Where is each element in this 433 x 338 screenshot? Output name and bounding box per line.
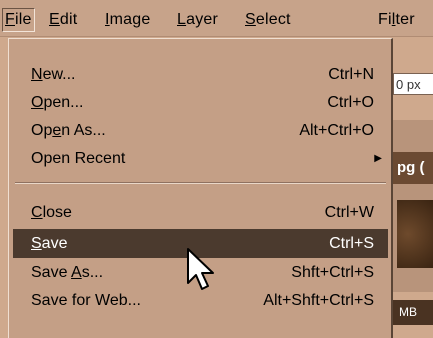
submenu-arrow-icon: ▶ bbox=[374, 153, 382, 164]
menu-item-label: Close bbox=[31, 204, 72, 221]
menu-item-open-recent[interactable]: Open Recent ▶ bbox=[13, 144, 388, 173]
menu-item-shortcut: Alt+Shft+Ctrl+S bbox=[263, 292, 374, 309]
menu-item-label: Open... bbox=[31, 94, 84, 111]
menu-item-shortcut: Ctrl+O bbox=[327, 94, 374, 111]
menu-edit[interactable]: Edit bbox=[47, 9, 79, 31]
menu-item-label: Open Recent bbox=[31, 150, 126, 167]
menu-separator bbox=[15, 182, 386, 184]
background-image-preview bbox=[397, 200, 433, 268]
background-status-bar: MB bbox=[393, 300, 433, 325]
menu-item-close[interactable]: Close Ctrl+W bbox=[13, 198, 388, 227]
menu-item-label: Save bbox=[31, 235, 68, 252]
menu-item-label: Save for Web... bbox=[31, 292, 141, 309]
menu-file[interactable]: File bbox=[2, 8, 35, 32]
arrow-pointer-icon bbox=[187, 248, 214, 290]
menu-item-new[interactable]: New... Ctrl+N bbox=[13, 60, 388, 89]
menu-item-label: Save As... bbox=[31, 264, 104, 281]
background-size-field[interactable]: 0 px bbox=[393, 73, 433, 95]
menu-item-open-as[interactable]: Open As... Alt+Ctrl+O bbox=[13, 116, 388, 145]
menu-item-shortcut: Ctrl+N bbox=[328, 66, 374, 83]
menu-item-shortcut: Alt+Ctrl+O bbox=[299, 122, 374, 139]
menu-select[interactable]: Select bbox=[243, 9, 293, 31]
menu-image[interactable]: Image bbox=[103, 9, 152, 31]
menu-item-label: Open As... bbox=[31, 122, 106, 139]
menu-item-label: New... bbox=[31, 66, 76, 83]
menu-item-shortcut: Ctrl+W bbox=[324, 204, 374, 221]
menu-item-shortcut: Shft+Ctrl+S bbox=[291, 264, 374, 281]
background-document-tab[interactable]: pg ( bbox=[393, 152, 433, 184]
menu-bar: File Edit Image Layer Select Filter bbox=[0, 0, 433, 37]
menu-layer[interactable]: Layer bbox=[175, 9, 220, 31]
menu-item-shortcut: Ctrl+S bbox=[329, 235, 374, 252]
menu-filter[interactable]: Filter bbox=[376, 9, 417, 31]
menu-item-open[interactable]: Open... Ctrl+O bbox=[13, 88, 388, 117]
